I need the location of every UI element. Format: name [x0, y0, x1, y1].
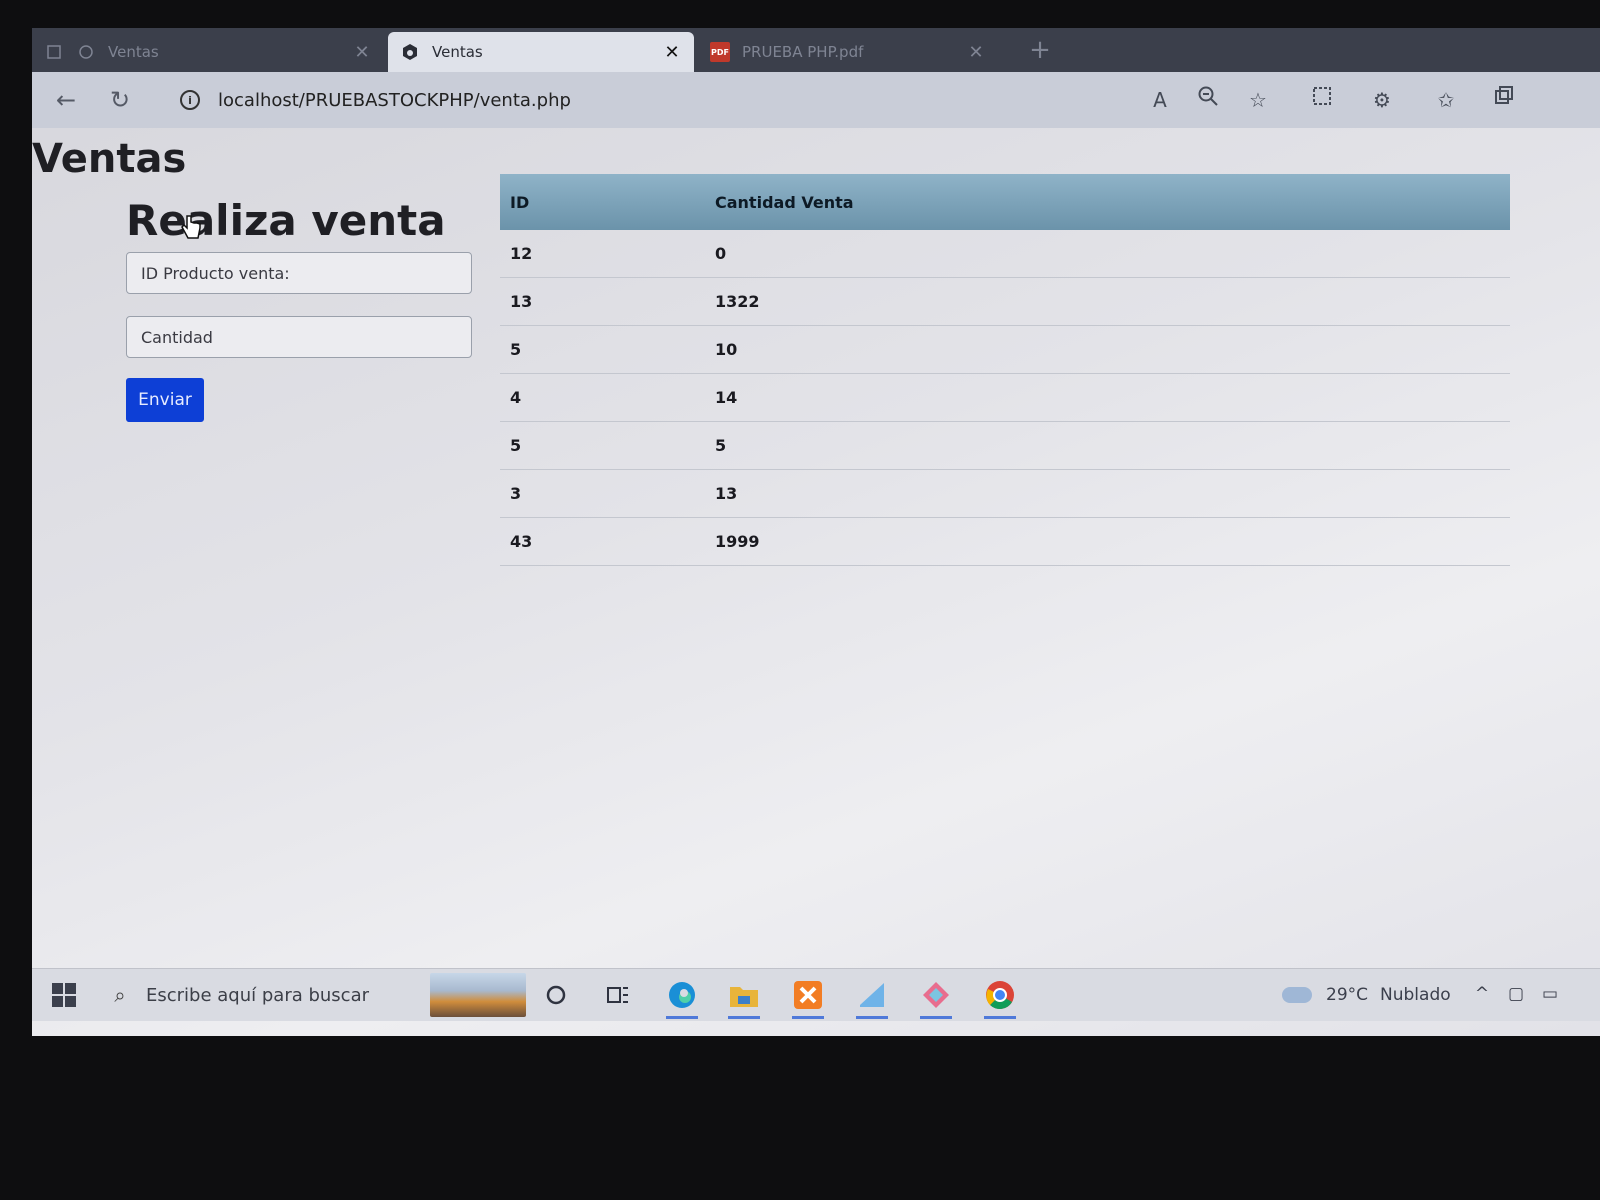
tab-ventas-active[interactable]: Ventas ✕ [388, 32, 694, 72]
table-row: 12 0 [500, 230, 1510, 278]
pdf-file-icon: PDF [710, 42, 730, 62]
cell-id: 4 [500, 373, 705, 422]
tab-actions-icon[interactable] [44, 42, 64, 62]
refresh-icon[interactable]: ↻ [104, 84, 136, 116]
cloud-icon [1282, 987, 1312, 1003]
hand-cursor-icon [181, 215, 201, 239]
tab-pdf[interactable]: PDF PRUEBA PHP.pdf ✕ [698, 32, 998, 72]
tab-label: Ventas [432, 43, 483, 61]
product-id-input[interactable] [126, 252, 472, 294]
submit-button[interactable]: Enviar [126, 378, 204, 422]
app-diamond-icon[interactable] [916, 975, 956, 1019]
url-text: localhost/PRUEBASTOCKPHP/venta.php [218, 89, 571, 111]
search-icon: ⌕ [114, 983, 126, 1007]
read-aloud-icon[interactable]: A [1144, 84, 1176, 116]
cell-quantity: 10 [705, 325, 1510, 374]
cell-quantity: 5 [705, 421, 1510, 470]
edge-browser-icon[interactable] [662, 975, 702, 1019]
tab-label: PRUEBA PHP.pdf [742, 43, 864, 61]
form-title: Realiza venta [126, 196, 446, 245]
collections-icon[interactable] [1488, 84, 1520, 116]
cell-quantity: 1999 [705, 517, 1510, 566]
cell-id: 12 [500, 230, 705, 278]
search-placeholder: Escribe aquí para buscar [146, 984, 370, 1006]
bing-favicon-icon [400, 42, 420, 62]
column-header-quantity: Cantidad Venta [705, 174, 1510, 230]
taskbar: ⌕ Escribe aquí para buscar 29°C Nublado … [32, 968, 1600, 1021]
taskbar-search[interactable]: ⌕ Escribe aquí para buscar [100, 975, 460, 1015]
task-view-icon[interactable] [598, 975, 638, 1015]
cell-id: 5 [500, 325, 705, 374]
tab-close-icon[interactable]: ✕ [352, 42, 372, 63]
weather-widget[interactable]: 29°C Nublado [1282, 977, 1451, 1013]
tab-label: Ventas [108, 43, 159, 61]
table-row: 5 10 [500, 325, 1510, 374]
chrome-icon[interactable] [980, 975, 1020, 1019]
table-header-row: ID Cantidad Venta [500, 174, 1510, 230]
site-favicon-icon [76, 42, 96, 62]
cell-id: 13 [500, 277, 705, 326]
xampp-icon[interactable] [788, 975, 828, 1019]
quantity-input[interactable] [126, 316, 472, 358]
table-row: 5 5 [500, 421, 1510, 470]
table-row: 4 14 [500, 373, 1510, 422]
tab-close-icon[interactable]: ✕ [966, 42, 986, 63]
favorites-icon[interactable]: ✩ [1430, 84, 1462, 116]
table-row: 43 1999 [500, 517, 1510, 566]
tab-ventas-1[interactable]: Ventas ✕ [32, 32, 384, 72]
tab-strip: Ventas ✕ Ventas ✕ PDF PRUEBA PHP.pdf ✕ + [32, 28, 1600, 72]
cell-quantity: 13 [705, 469, 1510, 518]
cell-id: 3 [500, 469, 705, 518]
tab-close-icon[interactable]: ✕ [662, 42, 682, 63]
weather-description: Nublado [1380, 985, 1451, 1005]
screen: Ventas ✕ Ventas ✕ PDF PRUEBA PHP.pdf ✕ +… [32, 28, 1600, 1036]
new-tab-icon[interactable]: + [1022, 32, 1058, 68]
cell-id: 43 [500, 517, 705, 566]
cell-quantity: 14 [705, 373, 1510, 422]
column-header-id: ID [500, 174, 705, 230]
table-row: 13 1322 [500, 277, 1510, 326]
table-row: 3 13 [500, 469, 1510, 518]
address-bar[interactable]: i localhost/PRUEBASTOCKPHP/venta.php [160, 80, 980, 120]
network-icon[interactable]: ▢ [1502, 979, 1530, 1009]
file-explorer-icon[interactable] [724, 975, 764, 1019]
cortana-icon[interactable] [536, 975, 576, 1015]
chevron-up-icon[interactable]: ^ [1468, 979, 1496, 1009]
battery-icon[interactable]: ▭ [1536, 979, 1564, 1009]
add-favorite-icon[interactable]: ☆ [1242, 84, 1274, 116]
back-arrow-icon[interactable]: ← [50, 84, 82, 116]
search-highlight-image[interactable] [430, 973, 526, 1017]
cell-quantity: 0 [705, 230, 1510, 278]
sales-table: ID Cantidad Venta 12 0 13 1322 5 10 4 14 [500, 174, 1510, 566]
zoom-out-icon[interactable] [1192, 84, 1224, 116]
cell-id: 5 [500, 421, 705, 470]
page-title: Ventas [32, 136, 187, 182]
site-info-icon[interactable]: i [180, 90, 200, 110]
browser-toolbar: ← ↻ i localhost/PRUEBASTOCKPHP/venta.php… [32, 72, 1600, 128]
screenshot-icon[interactable] [1306, 84, 1338, 116]
weather-temperature: 29°C [1326, 985, 1369, 1005]
extensions-icon[interactable]: ⚙ [1366, 84, 1398, 116]
cell-quantity: 1322 [705, 277, 1510, 326]
windows-start-icon[interactable] [52, 983, 76, 1007]
code-editor-icon[interactable] [852, 975, 892, 1019]
